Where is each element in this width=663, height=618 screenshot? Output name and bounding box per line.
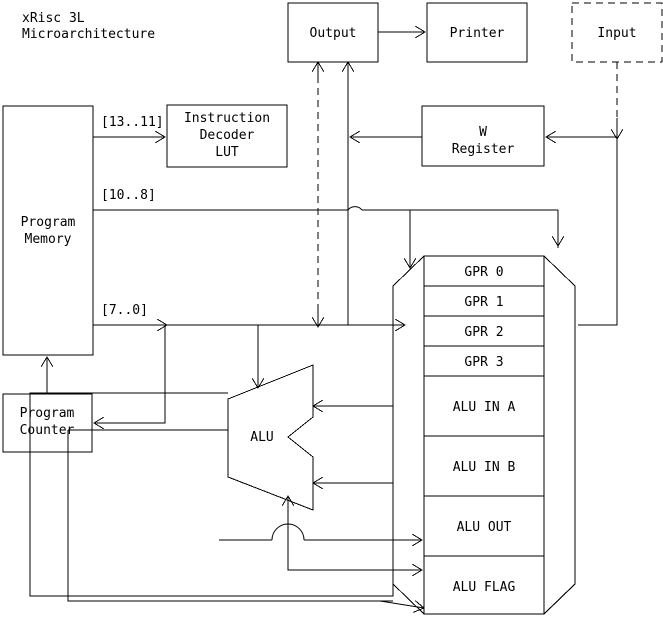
register-row-label: GPR 3: [464, 355, 503, 370]
input-label: Input: [597, 26, 636, 41]
register-file[interactable]: GPR 0 GPR 1 GPR 2 GPR 3 ALU IN A ALU IN …: [423, 255, 545, 615]
alu-label: ALU: [250, 430, 273, 445]
register-row-label: GPR 1: [464, 295, 503, 310]
program-counter-label-2: Counter: [20, 423, 75, 438]
block-alu[interactable]: ALU: [227, 364, 314, 511]
register-row-label: GPR 0: [464, 265, 503, 280]
wire-right-selector-return: [543, 583, 576, 615]
program-memory-box[interactable]: [2, 105, 94, 356]
output-label: Output: [310, 26, 357, 41]
bus-label-instr-low: [7..0]: [101, 303, 148, 318]
bus-label-instr-mid: [10..8]: [101, 188, 156, 203]
block-instruction-decoder[interactable]: Instruction Decoder LUT: [166, 104, 288, 168]
program-memory-label-2: Memory: [25, 232, 72, 247]
block-program-counter[interactable]: Program Counter: [2, 393, 93, 453]
block-input[interactable]: Input: [571, 2, 663, 63]
block-output[interactable]: Output: [287, 2, 379, 63]
instruction-decoder-label-2: Decoder: [200, 128, 255, 143]
w-register-label-2: Register: [452, 142, 515, 157]
instruction-decoder-label-1: Instruction: [184, 111, 270, 126]
title-line-1: xRisc 3L: [22, 11, 85, 26]
diagram-title: xRisc 3L Microarchitecture: [22, 11, 155, 42]
program-memory-label-1: Program: [21, 215, 76, 230]
register-row-label: ALU FLAG: [453, 580, 516, 595]
wire-rail-down-to-regfile: [578, 137, 618, 326]
register-file-left-selector: [392, 255, 425, 615]
register-row-label: GPR 2: [464, 325, 503, 340]
microarchitecture-diagram: xRisc 3L Microarchitecture Program Memor…: [0, 0, 663, 618]
instruction-decoder-label-3: LUT: [215, 145, 239, 160]
wire-hop-jumper: [347, 206, 363, 211]
title-line-2: Microarchitecture: [22, 27, 155, 42]
program-counter-label-1: Program: [20, 406, 75, 421]
register-row-label: ALU IN A: [453, 400, 516, 415]
block-printer[interactable]: Printer: [426, 2, 528, 63]
block-program-memory[interactable]: Program Memory: [2, 105, 94, 356]
wire-branch-to-pc-path: [94, 325, 166, 424]
register-row-label: ALU IN B: [453, 460, 516, 475]
register-file-right-selector: [543, 255, 576, 615]
register-row-label: ALU OUT: [457, 520, 512, 535]
bus-label-instr-high: [13..11]: [101, 115, 164, 130]
block-w-register[interactable]: W Register: [421, 105, 545, 167]
wire-feedback-into-regfile: [379, 601, 424, 608]
printer-label: Printer: [450, 26, 505, 41]
w-register-label-1: W: [479, 125, 487, 140]
